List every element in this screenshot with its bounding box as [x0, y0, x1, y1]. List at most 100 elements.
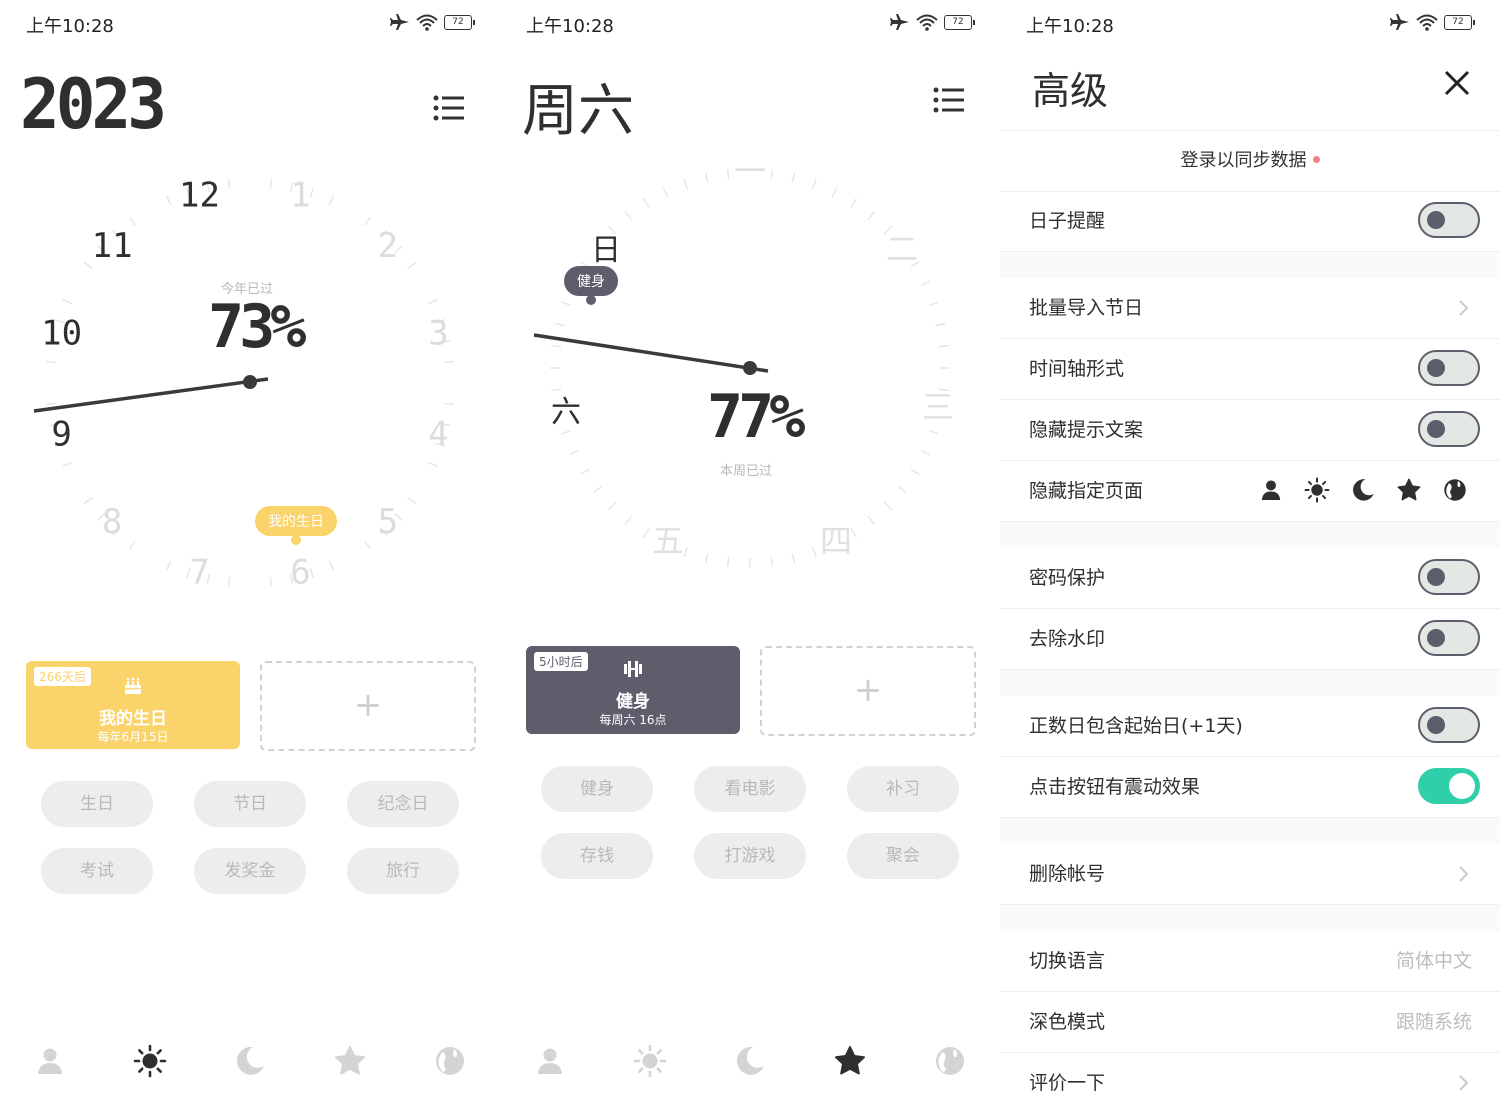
- birthday-bubble[interactable]: 我的生日: [255, 506, 337, 545]
- clock-tick: [920, 280, 931, 287]
- tab-star[interactable]: [333, 1044, 367, 1078]
- chip-anniversary[interactable]: 纪念日: [347, 781, 459, 827]
- add-event-button[interactable]: +: [260, 661, 476, 751]
- clock-tick: [683, 547, 688, 558]
- hide-person-page-icon[interactable]: [1258, 477, 1284, 503]
- clock-tick: [46, 360, 57, 364]
- section-gap: [1000, 522, 1500, 548]
- person-icon: [538, 1048, 562, 1074]
- tab-globe[interactable]: [933, 1044, 967, 1078]
- chip-gaming[interactable]: 打游戏: [694, 833, 806, 879]
- settings-title: 高级: [1032, 69, 1109, 113]
- clock-tick: [850, 198, 858, 208]
- event-card-birthday[interactable]: 266天后 我的生日 每年6月15日: [26, 661, 240, 749]
- watermark-toggle[interactable]: [1418, 620, 1480, 656]
- hide-star-page-icon[interactable]: [1396, 477, 1422, 503]
- chip-holiday[interactable]: 节日: [194, 781, 306, 827]
- include-start-toggle[interactable]: [1418, 707, 1480, 743]
- tab-person[interactable]: [533, 1044, 567, 1078]
- chip-fitness[interactable]: 健身: [541, 766, 653, 812]
- sun-icon: [133, 1044, 167, 1078]
- days-until-badge: 266天后: [34, 667, 91, 686]
- chip-tutoring[interactable]: 补习: [847, 766, 959, 812]
- year-progress-value: 73%: [208, 292, 306, 362]
- clock-tick: [62, 461, 73, 468]
- clock-number: 1: [290, 176, 310, 216]
- row-vibration-label: 点击按钮有震动效果: [1029, 776, 1201, 798]
- weekday-label: 四: [820, 522, 852, 560]
- clock-tick: [704, 172, 709, 183]
- chip-saving[interactable]: 存钱: [541, 833, 653, 879]
- clock-number: 12: [179, 176, 220, 216]
- menu-list-icon[interactable]: [433, 94, 465, 122]
- battery-icon: 72: [944, 14, 975, 30]
- chip-movie[interactable]: 看电影: [694, 766, 806, 812]
- clock-number: 6: [290, 552, 310, 592]
- year-title: 2023: [20, 64, 167, 145]
- row-import-holidays[interactable]: 批量导入节日: [1000, 278, 1500, 339]
- dumbbell-icon: [622, 658, 644, 680]
- clock-number: 2: [378, 226, 398, 266]
- clock-tick: [580, 468, 590, 476]
- tab-globe[interactable]: [433, 1044, 467, 1078]
- clock-tick: [328, 560, 335, 571]
- close-icon[interactable]: [1440, 66, 1474, 100]
- clock-tick: [791, 172, 796, 183]
- chip-exam[interactable]: 考试: [41, 848, 153, 894]
- row-rate[interactable]: 评价一下: [1000, 1053, 1500, 1111]
- clock-tick: [364, 216, 372, 226]
- menu-list-icon[interactable]: [933, 86, 965, 114]
- clock-tick: [935, 322, 946, 327]
- vibration-toggle[interactable]: [1418, 768, 1480, 804]
- section-gap: [1000, 818, 1500, 844]
- row-dark-mode[interactable]: 深色模式 跟随系统: [1000, 992, 1500, 1053]
- clock-tick: [227, 576, 231, 587]
- timeline-toggle[interactable]: [1418, 350, 1480, 386]
- row-language[interactable]: 切换语言 简体中文: [1000, 931, 1500, 992]
- weekday-label: 三: [922, 388, 954, 426]
- clock-tick: [165, 560, 172, 571]
- clock-tick: [427, 298, 438, 305]
- tab-sun[interactable]: [633, 1044, 667, 1078]
- login-sync-button[interactable]: 登录以同步数据: [1000, 130, 1500, 192]
- clock-hand-pivot: [243, 375, 257, 389]
- clock-tick: [309, 187, 315, 198]
- chip-party[interactable]: 聚会: [847, 833, 959, 879]
- tab-moon[interactable]: [233, 1044, 267, 1078]
- clock-tick: [929, 430, 940, 435]
- wifi-icon: [1416, 14, 1438, 31]
- year-screen: 上午10:28 72 2023 12 1 2 3 4 5 6 7 8 9 10 11 今年已过 73%…: [0, 0, 500, 1111]
- star-icon: [335, 1046, 365, 1075]
- week-progress-caption: 本周已过: [720, 464, 773, 479]
- fitness-bubble[interactable]: 健身: [564, 266, 618, 305]
- event-card-fitness[interactable]: 5小时后 健身 每周六 16点: [526, 646, 740, 734]
- clock-tick: [929, 301, 940, 306]
- chip-bonus[interactable]: 发奖金: [194, 848, 306, 894]
- hide-tips-toggle[interactable]: [1418, 411, 1480, 447]
- chip-travel[interactable]: 旅行: [347, 848, 459, 894]
- row-delete-account[interactable]: 删除帐号: [1000, 844, 1500, 905]
- clock-tick: [551, 344, 562, 348]
- tab-sun[interactable]: [133, 1044, 167, 1078]
- hide-sun-page-icon[interactable]: [1304, 477, 1330, 503]
- event-card-title: 健身: [616, 692, 650, 712]
- clock-tick: [407, 261, 417, 269]
- row-password: 密码保护: [1000, 548, 1500, 609]
- tab-person[interactable]: [33, 1044, 67, 1078]
- clock-number: 9: [51, 414, 71, 454]
- chip-birthday[interactable]: 生日: [41, 781, 153, 827]
- section-gap: [1000, 670, 1500, 696]
- password-toggle[interactable]: [1418, 559, 1480, 595]
- moon-icon: [736, 1046, 764, 1075]
- year-clock: 12 1 2 3 4 5 6 7 8 9 10 11: [0, 150, 500, 610]
- reminder-toggle[interactable]: [1418, 202, 1480, 238]
- add-event-button[interactable]: +: [760, 646, 976, 736]
- clock-tick: [770, 169, 774, 180]
- star-icon: [835, 1046, 865, 1075]
- hide-globe-page-icon[interactable]: [1442, 477, 1468, 503]
- battery-icon: 72: [444, 14, 475, 30]
- tab-star[interactable]: [833, 1044, 867, 1078]
- row-hide-pages-label: 隐藏指定页面: [1029, 480, 1144, 502]
- hide-moon-page-icon[interactable]: [1350, 477, 1376, 503]
- tab-moon[interactable]: [733, 1044, 767, 1078]
